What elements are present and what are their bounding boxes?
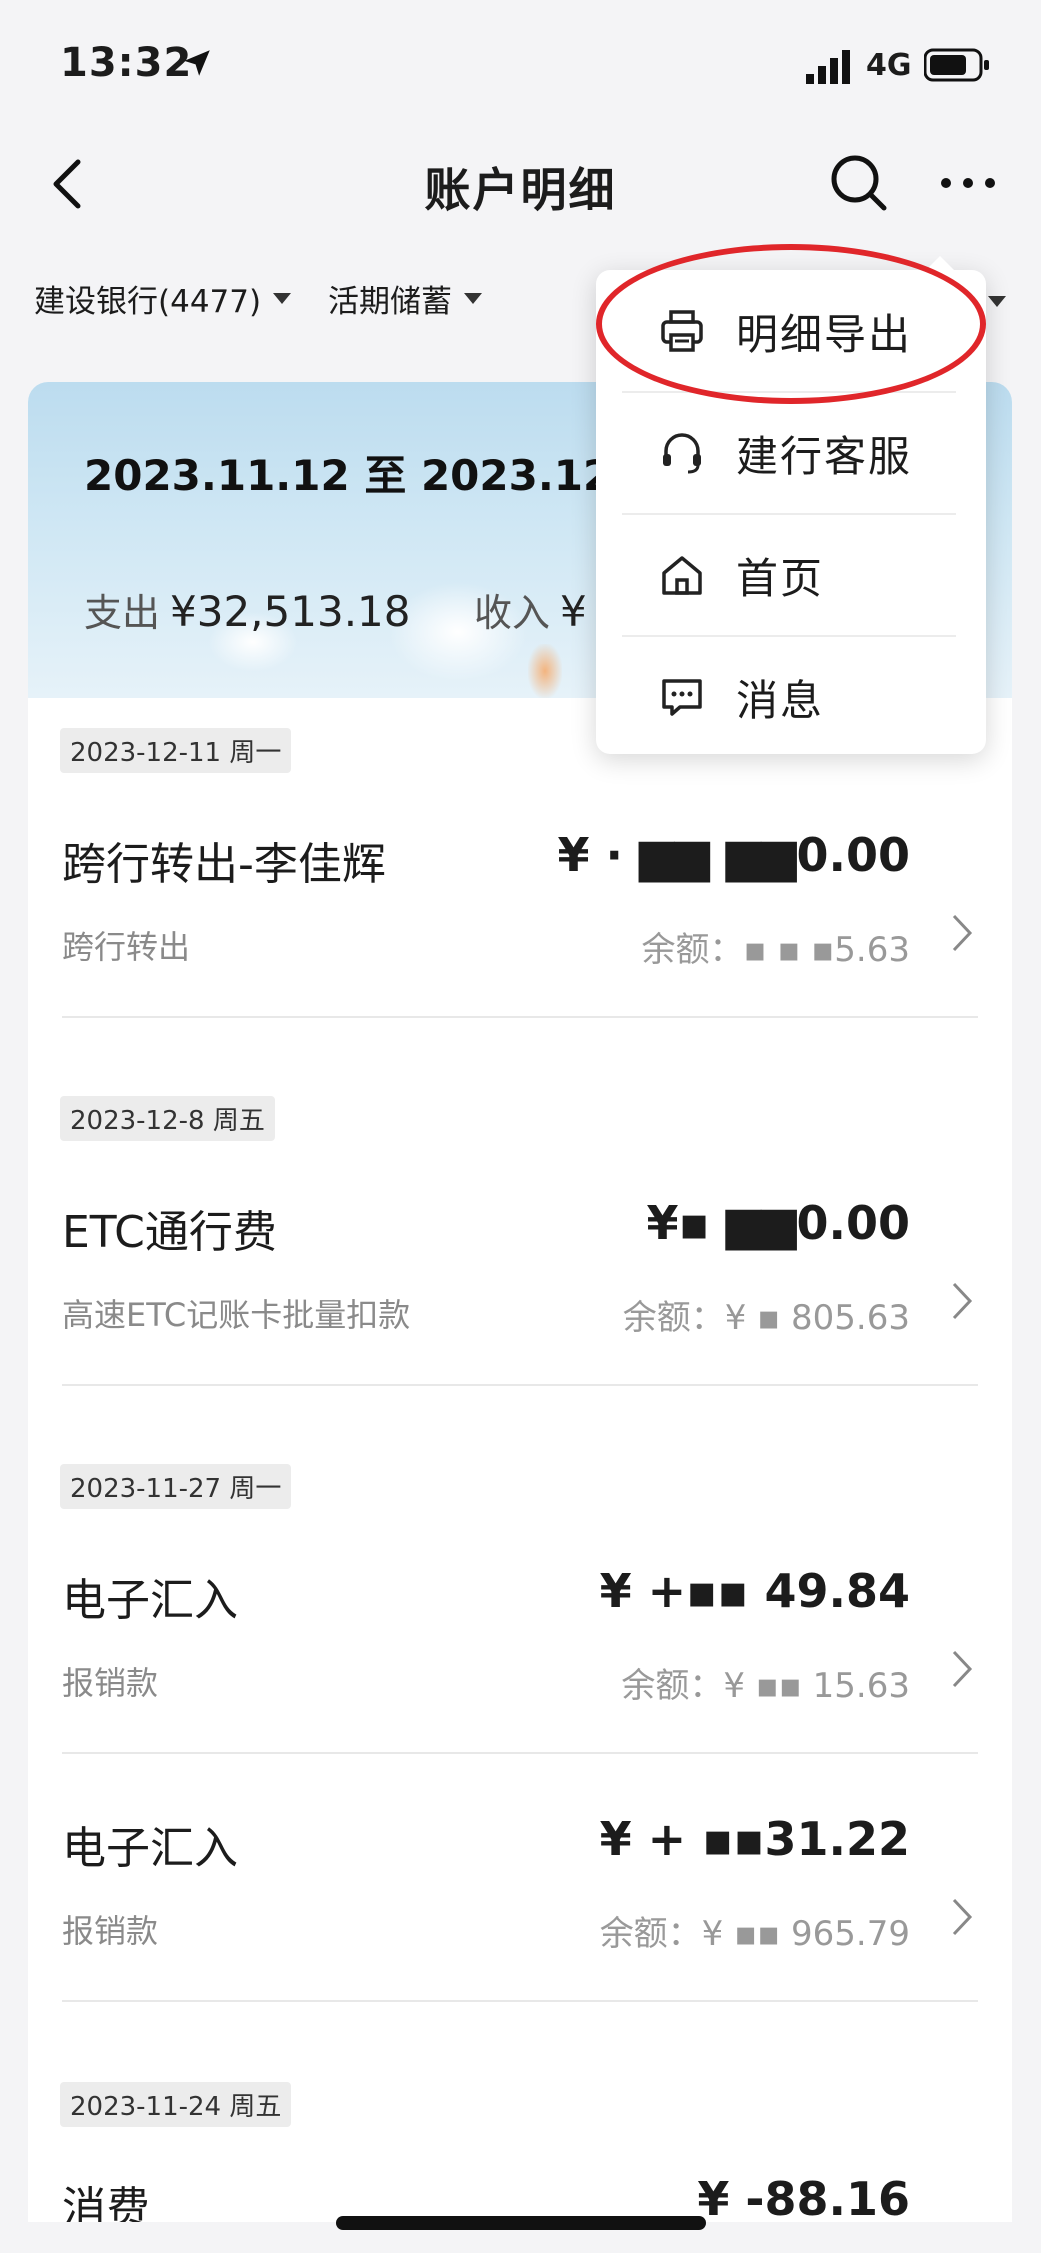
chevron-right-icon[interactable]	[950, 1648, 974, 1690]
date-chip: 2023-11-24 周五	[60, 2082, 292, 2127]
transaction-amount: ¥ -88.16	[697, 2172, 910, 2222]
chevron-right-icon[interactable]	[950, 912, 974, 954]
caret-down-icon	[464, 293, 482, 304]
transaction-title[interactable]: 跨行转出-李佳辉	[62, 828, 386, 892]
divider	[62, 1384, 978, 1386]
chevron-right-icon[interactable]	[950, 1280, 974, 1322]
transaction-subtitle: 跨行转出	[62, 928, 191, 966]
location-arrow-icon	[184, 50, 210, 76]
deposit-type-filter[interactable]: 活期储蓄	[328, 276, 482, 321]
caret-down-icon[interactable]	[988, 296, 1006, 307]
transaction-amount: ¥ · ▆▆ ▆▆0.00	[557, 828, 910, 882]
transaction-title[interactable]: 电子汇入	[62, 1812, 238, 1876]
divider	[62, 2000, 978, 2002]
home-indicator[interactable]	[336, 2216, 706, 2230]
expense-label: 支出	[84, 591, 161, 635]
transaction-title[interactable]: ETC通行费	[62, 1196, 277, 1260]
menu-item-service[interactable]: 建行客服	[596, 392, 986, 514]
transaction-subtitle: 报销款	[62, 1664, 159, 1702]
deposit-type-label: 活期储蓄	[328, 284, 452, 320]
transaction-subtitle: 报销款	[62, 1912, 159, 1950]
home-icon	[662, 556, 702, 595]
network-type: 4G	[866, 48, 912, 83]
battery-icon	[924, 48, 989, 82]
transaction-balance: 余额：¥ ▪▪ 15.63	[621, 1666, 910, 1706]
message-icon	[662, 679, 702, 716]
caret-down-icon	[273, 293, 292, 304]
search-icon[interactable]	[828, 152, 890, 214]
headset-icon	[663, 433, 701, 474]
status-time: 13:32	[60, 40, 193, 86]
account-filter-label: 建设银行(4477)	[34, 284, 262, 320]
transaction-amount: ¥▪ ▆▆0.00	[646, 1196, 910, 1250]
highlight-annotation	[596, 244, 986, 404]
chevron-right-icon[interactable]	[950, 1896, 974, 1938]
transaction-amount: ¥ + ▪▪31.22	[599, 1812, 910, 1866]
date-chip: 2023-11-27 周一	[60, 1464, 292, 1509]
menu-item-home[interactable]: 首页	[596, 514, 986, 636]
menu-label: 首页	[736, 553, 825, 603]
signal-icon	[806, 50, 850, 84]
transaction-balance: 余额：¥ ▪ 805.63	[622, 1298, 910, 1338]
expense-summary: 支出 ¥32,513.18	[84, 582, 411, 637]
transaction-balance: 余额：▪ ▪ ▪5.63	[641, 930, 910, 970]
transaction-amount: ¥ +▪▪ 49.84	[599, 1564, 910, 1618]
expense-value: ¥32,513.18	[170, 587, 411, 636]
divider	[62, 1752, 978, 1754]
account-filter[interactable]: 建设银行(4477)	[34, 276, 292, 321]
transaction-title[interactable]: 电子汇入	[62, 1564, 238, 1628]
menu-label: 建行客服	[736, 431, 913, 481]
transaction-title[interactable]: 消费	[62, 2172, 150, 2222]
income-summary: 收入 ¥	[474, 582, 587, 637]
date-chip: 2023-12-11 周一	[60, 728, 292, 773]
menu-item-messages[interactable]: 消息	[596, 636, 986, 758]
more-options-icon[interactable]	[938, 168, 998, 198]
menu-label: 消息	[736, 675, 825, 725]
income-label: 收入	[474, 591, 551, 635]
date-chip: 2023-12-8 周五	[60, 1096, 275, 1141]
transaction-balance: 余额：¥ ▪▪ 965.79	[599, 1914, 910, 1954]
decor-lantern	[528, 644, 562, 698]
status-bar: 13:32 4G	[0, 0, 1041, 130]
divider	[62, 1016, 978, 1018]
transaction-subtitle: 高速ETC记账卡批量扣款	[62, 1296, 411, 1334]
income-value: ¥	[560, 587, 587, 636]
